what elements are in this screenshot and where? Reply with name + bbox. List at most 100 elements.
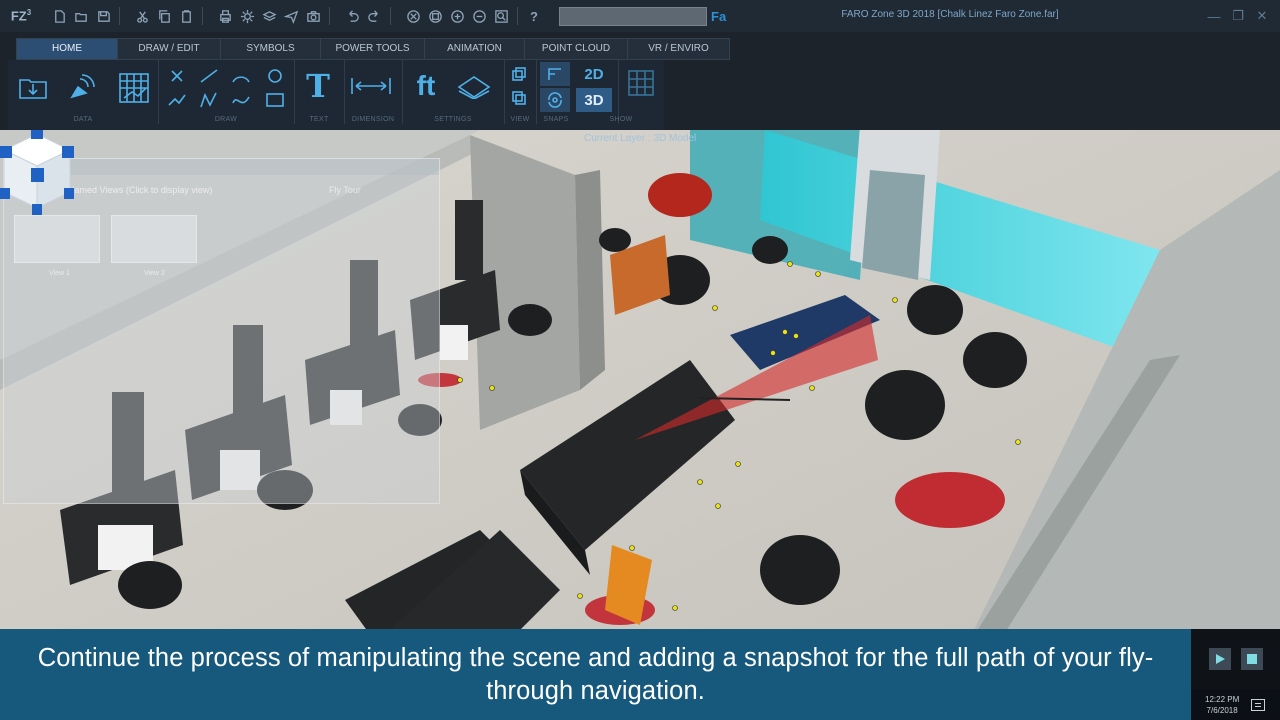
layers-icon[interactable] — [259, 6, 279, 26]
zoom-out-icon[interactable] — [469, 6, 489, 26]
fly-tour-tab[interactable]: Fly Tour — [329, 185, 361, 195]
search-input[interactable] — [559, 6, 707, 26]
group-label-show: SHOW — [609, 116, 633, 123]
new-file-icon[interactable] — [49, 6, 69, 26]
polyline-tool-icon[interactable] — [198, 90, 220, 110]
tab-vr-enviro[interactable]: VR / ENVIRO — [628, 39, 729, 59]
dimension-tool-icon[interactable] — [348, 72, 394, 100]
play-icon — [1215, 654, 1225, 664]
zoom-in-icon[interactable] — [447, 6, 467, 26]
window-title: FARO Zone 3D 2018 [Chalk Linez Faro Zone… — [841, 9, 1059, 20]
ribbon-group-labels: DATA DRAW TEXT DIMENSION SETTINGS VIEW S… — [8, 116, 664, 128]
quick-access-tools — [214, 6, 324, 26]
taskbar-tray: 12:22 PM 7/6/2018 — [1191, 689, 1280, 720]
tab-point-cloud[interactable]: POINT CLOUD — [525, 39, 628, 59]
duplicate-view-icon[interactable] — [508, 88, 530, 108]
zoom-previous-icon[interactable] — [491, 6, 511, 26]
group-label-text: TEXT — [309, 116, 329, 123]
tutorial-caption: Continue the process of manipulating the… — [0, 629, 1191, 720]
tray-date: 7/6/2018 — [1206, 705, 1238, 715]
measure-tool-icon[interactable] — [166, 90, 188, 110]
blood-spatter — [895, 472, 1005, 528]
view-2d-button[interactable]: 2D — [576, 62, 612, 86]
current-layer-label: Current Layer : 3D Model — [584, 133, 697, 144]
arc-tool-icon[interactable] — [230, 66, 252, 86]
send-icon[interactable] — [281, 6, 301, 26]
copy-icon[interactable] — [154, 6, 174, 26]
group-divider — [504, 60, 505, 124]
minimize-icon[interactable]: — — [1202, 6, 1226, 26]
undo-icon[interactable] — [342, 6, 362, 26]
video-player-controls — [1191, 629, 1280, 689]
title-bar: FZ3 ? Fa FARO Zone 3D 2018 [Chalk Linez … — [0, 0, 1280, 32]
scanner-icon[interactable] — [66, 70, 100, 104]
line-tool-icon[interactable] — [198, 66, 220, 86]
point-cloud-grid-icon[interactable] — [116, 70, 152, 106]
curve-tool-icon[interactable] — [230, 90, 252, 110]
toolbar-divider — [119, 7, 120, 25]
layer-settings-icon[interactable] — [454, 70, 494, 102]
save-icon[interactable] — [93, 6, 113, 26]
tab-power-tools[interactable]: POWER TOOLS — [321, 39, 425, 59]
view-thumbnail[interactable] — [14, 215, 100, 263]
text-tool-button[interactable]: T — [300, 66, 336, 106]
window-view-icon[interactable] — [508, 64, 530, 84]
help-icon[interactable]: ? — [524, 6, 544, 26]
view-thumbnail-label: View 2 — [144, 270, 165, 277]
caption-text: Continue the process of manipulating the… — [37, 643, 1154, 705]
zoom-window-icon[interactable] — [425, 6, 445, 26]
play-button[interactable] — [1208, 648, 1231, 670]
view-cube[interactable] — [0, 130, 74, 216]
open-folder-icon[interactable] — [71, 6, 91, 26]
group-divider — [536, 60, 537, 124]
ribbon-tabs: HOME DRAW / EDIT SYMBOLS POWER TOOLS ANI… — [16, 38, 730, 60]
group-label-dimension: DIMENSION — [351, 116, 395, 123]
view-3d-button[interactable]: 3D — [576, 88, 612, 112]
faro-search-button[interactable]: Fa — [711, 9, 726, 24]
print-icon[interactable] — [215, 6, 235, 26]
rectangle-tool-icon[interactable] — [264, 90, 286, 110]
show-grid-icon[interactable] — [624, 66, 658, 100]
camera-icon[interactable] — [303, 6, 323, 26]
stop-icon — [1246, 654, 1257, 664]
group-label-settings: SETTINGS — [434, 116, 472, 123]
toolbar-divider — [517, 7, 518, 25]
redo-icon[interactable] — [364, 6, 384, 26]
named-views-tab[interactable]: Named Views (Click to display view) — [68, 185, 439, 195]
paste-icon[interactable] — [176, 6, 196, 26]
view-thumbnail-label: View 1 — [49, 270, 70, 277]
quick-access-history — [341, 6, 385, 26]
app-logo[interactable]: FZ3 — [0, 8, 42, 23]
group-divider — [294, 60, 295, 124]
snap-orbit-icon[interactable] — [540, 88, 570, 112]
quick-access-zoom — [402, 6, 512, 26]
door-glass — [862, 170, 925, 280]
group-divider — [618, 60, 619, 124]
tab-symbols[interactable]: SYMBOLS — [221, 39, 321, 59]
point-tool-icon[interactable] — [166, 66, 188, 86]
view-thumbnail[interactable] — [111, 215, 197, 263]
window-controls: — ❐ ✕ — [1202, 6, 1274, 26]
zoom-extents-icon[interactable] — [403, 6, 423, 26]
toolbar-divider — [390, 7, 391, 25]
tab-animation[interactable]: ANIMATION — [425, 39, 525, 59]
tab-draw-edit[interactable]: DRAW / EDIT — [118, 39, 221, 59]
group-divider — [344, 60, 345, 124]
font-settings-button[interactable]: ft — [408, 66, 444, 106]
notification-icon[interactable] — [1251, 698, 1266, 711]
gear-icon[interactable] — [237, 6, 257, 26]
close-icon[interactable]: ✕ — [1250, 6, 1274, 26]
circle-tool-icon[interactable] — [264, 66, 286, 86]
stop-button[interactable] — [1240, 648, 1263, 670]
snap-corner-icon[interactable] — [540, 62, 570, 86]
restore-icon[interactable]: ❐ — [1226, 6, 1250, 26]
import-icon[interactable] — [16, 70, 50, 104]
quick-access-file — [48, 6, 114, 26]
tray-clock[interactable]: 12:22 PM 7/6/2018 — [1205, 694, 1239, 716]
quick-access-edit — [131, 6, 197, 26]
tray-time: 12:22 PM — [1205, 694, 1240, 704]
cut-icon[interactable] — [132, 6, 152, 26]
group-divider — [402, 60, 403, 124]
tab-home[interactable]: HOME — [17, 39, 118, 59]
group-label-draw: DRAW — [214, 116, 238, 123]
